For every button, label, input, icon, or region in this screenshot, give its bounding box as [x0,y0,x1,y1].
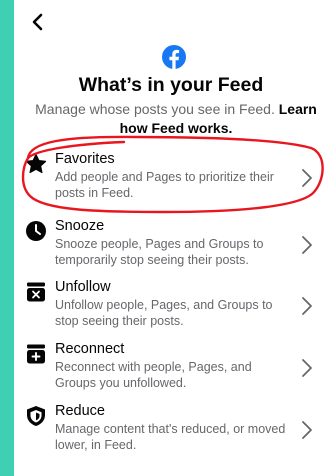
menu-item-description: Snooze people, Pages and Groups to tempo… [55,237,264,267]
facebook-logo-icon [161,44,187,70]
menu-item-label: Reconnect [55,341,125,357]
menu-item-reduce[interactable]: Reduce Manage content that's reduced, or… [14,403,328,461]
menu-item-label: Unfollow [55,279,111,295]
clock-icon [26,221,46,241]
back-button[interactable] [28,12,48,32]
chevron-right-icon [302,421,312,439]
reconnect-icon [27,344,45,364]
menu-item-label: Favorites [55,151,115,167]
chevron-right-icon [302,236,312,254]
menu-item-unfollow[interactable]: Unfollow Unfollow people, Pages, and Gro… [14,279,328,337]
unfollow-icon [27,282,45,302]
chevron-left-icon [32,13,43,31]
star-icon [25,153,47,174]
menu-item-description: Unfollow people, Pages, and Groups to st… [55,298,273,328]
subtitle-text: Manage whose posts you see in Feed. [35,101,275,117]
chevron-right-icon [302,297,312,315]
menu-item-label: Snooze [55,218,105,234]
page-title: What’s in your Feed [78,74,264,96]
menu-item-reconnect[interactable]: Reconnect Reconnect with people, Pages, … [14,341,328,399]
feed-settings-sheet: What’s in your Feed Manage whose posts y… [14,0,328,476]
menu-item-favorites[interactable]: Favorites Add people and Pages to priori… [14,151,328,209]
menu-item-description: Manage content that's reduced, or moved … [55,422,286,452]
menu-item-snooze[interactable]: Snooze Snooze people, Pages and Groups t… [14,218,328,276]
page-subtitle: Manage whose posts you see in Feed. Lear… [28,100,324,138]
chevron-right-icon [302,359,312,377]
menu-item-label: Reduce [55,403,105,419]
chevron-right-icon [302,169,312,187]
shield-icon [27,406,45,426]
menu-item-description: Reconnect with people, Pages, and Groups… [55,360,252,390]
menu-item-description: Add people and Pages to prioritize their… [55,170,274,200]
